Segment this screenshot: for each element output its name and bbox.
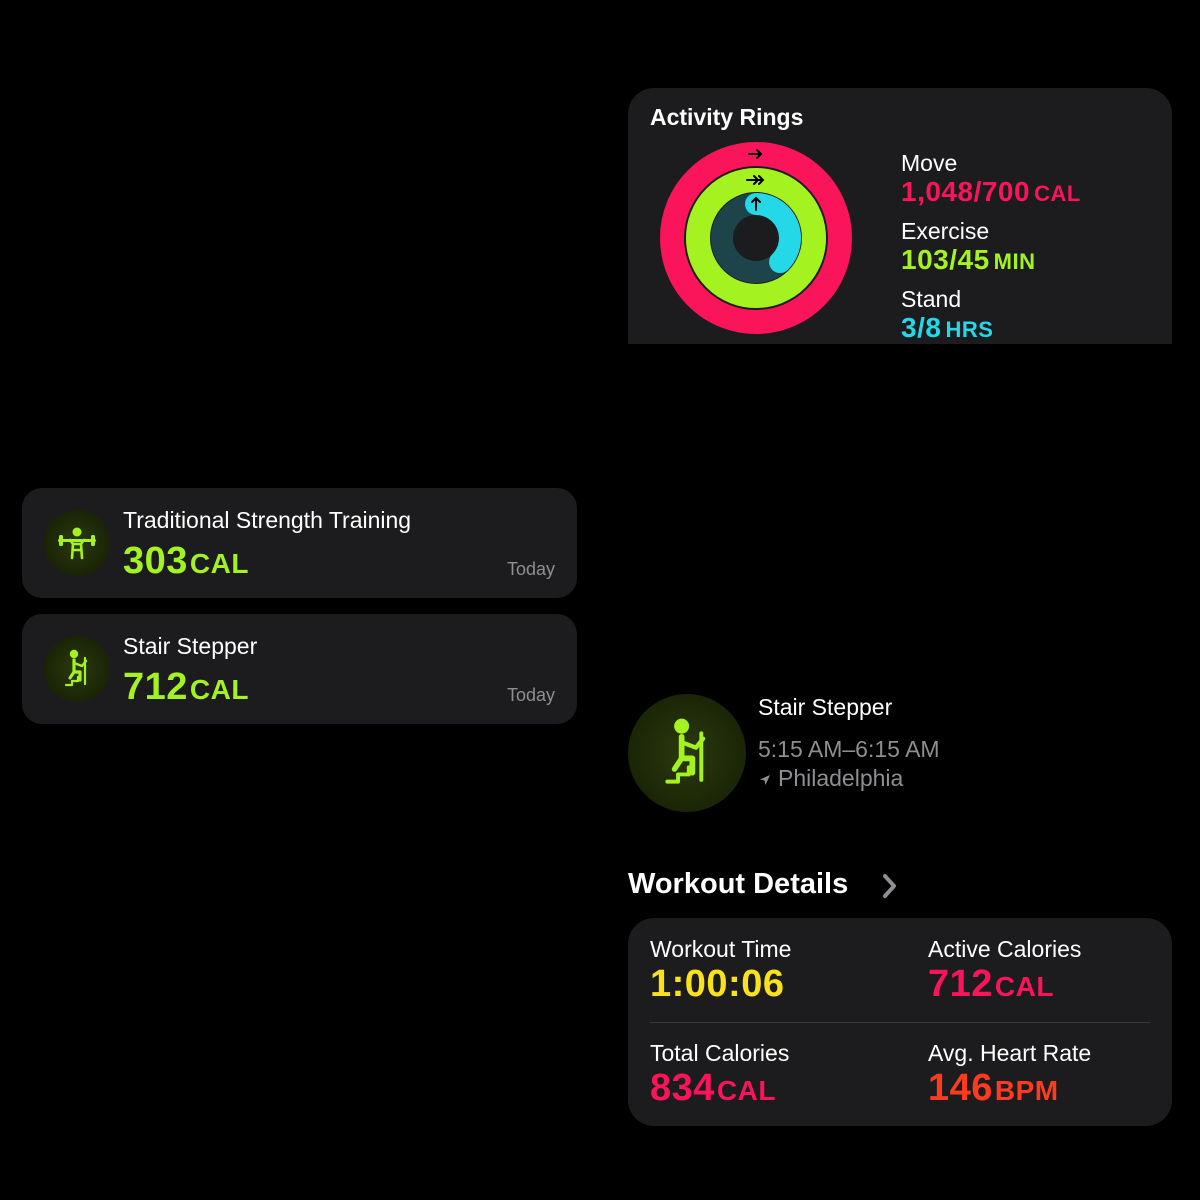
workout-title: Stair Stepper: [758, 694, 893, 720]
active-calories-label: Active Calories: [928, 936, 1082, 962]
total-calories-label: Total Calories: [650, 1040, 790, 1066]
move-stat: Move 1,048/700 CAL: [901, 150, 1081, 210]
activity-rings-graphic: [660, 142, 852, 334]
workout-item-strength-training[interactable]: Traditional Strength Training 303CAL Tod…: [22, 488, 577, 598]
workout-details-link[interactable]: Workout Details: [628, 868, 848, 901]
workout-time-value: 1:00:06: [650, 963, 785, 1005]
stand-value: 3/8 HRS: [901, 312, 994, 343]
workout-date: Today: [506, 685, 555, 705]
workout-calories: 712CAL: [123, 666, 249, 708]
move-ring-tip: [744, 310, 768, 334]
exercise-value: 103/45 MIN: [901, 244, 1036, 275]
stair-stepper-icon: [44, 636, 110, 702]
exercise-ring-tip: [799, 244, 823, 268]
stand-ring: [745, 193, 801, 274]
location-name: Philadelphia: [778, 765, 904, 791]
workout-name: Traditional Strength Training: [123, 507, 412, 533]
divider: [650, 1022, 1150, 1023]
workout-name: Stair Stepper: [123, 633, 258, 659]
strength-training-icon: [44, 510, 110, 576]
stair-stepper-icon: [628, 694, 746, 812]
workout-time-label: Workout Time: [650, 936, 792, 962]
total-calories-value: 834CAL: [650, 1067, 776, 1109]
activity-rings-card[interactable]: Activity Rings Move 1,048/700 CAL Exercis…: [628, 88, 1172, 344]
exercise-label: Exercise: [901, 218, 990, 244]
chevron-right-icon[interactable]: [880, 871, 900, 901]
exercise-stat: Exercise 103/45 MIN: [901, 218, 1035, 278]
stand-stat: Stand 3/8 HRS: [901, 286, 993, 344]
avg-heart-rate-stat: Avg. Heart Rate 146BPM: [928, 1040, 1091, 1113]
active-calories-value: 712CAL: [928, 963, 1054, 1005]
activity-rings-title: Activity Rings: [650, 104, 804, 130]
move-value: 1,048/700 CAL: [901, 176, 1081, 207]
workout-details-card: Workout Time 1:00:06 Active Calories 712…: [628, 918, 1172, 1126]
workout-item-stair-stepper[interactable]: Stair Stepper 712CAL Today: [22, 614, 577, 724]
avg-heart-rate-value: 146BPM: [928, 1067, 1059, 1109]
avg-heart-rate-label: Avg. Heart Rate: [928, 1040, 1092, 1066]
workout-time-stat: Workout Time 1:00:06: [650, 936, 791, 1006]
workout-calories: 303CAL: [123, 540, 249, 582]
location-arrow-icon: [760, 774, 770, 785]
workout-time-range: 5:15 AM–6:15 AM: [758, 736, 940, 762]
stand-label: Stand: [901, 286, 962, 312]
total-calories-stat: Total Calories 834CAL: [650, 1040, 789, 1113]
move-label: Move: [901, 150, 958, 176]
active-calories-stat: Active Calories 712CAL: [928, 936, 1081, 1009]
workout-date: Today: [506, 559, 555, 579]
workout-location[interactable]: Philadelphia: [758, 765, 903, 792]
